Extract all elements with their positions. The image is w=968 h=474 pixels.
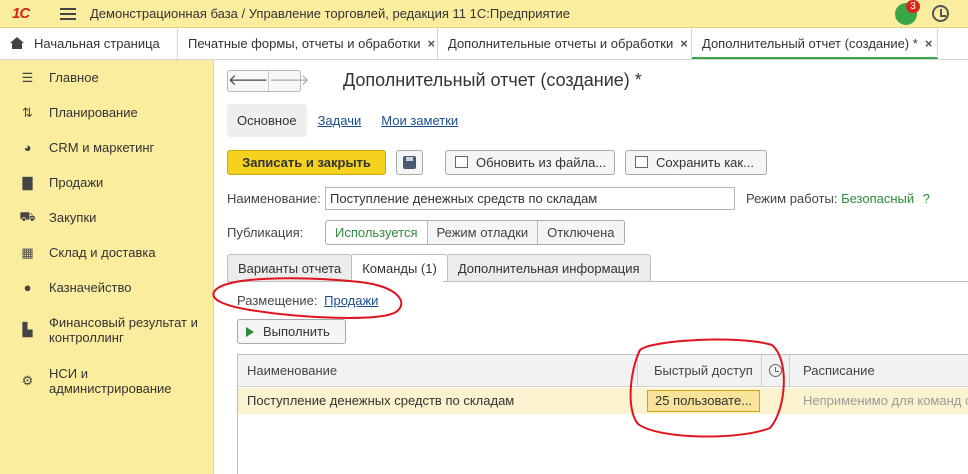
tab-print-forms[interactable]: Печатные формы, отчеты и обработки × <box>178 28 438 59</box>
tab-additional-report-create[interactable]: Дополнительный отчет (создание) * × <box>692 28 938 59</box>
app-logo: 1С <box>12 5 30 22</box>
home-icon <box>10 37 24 49</box>
cell-schedule[interactable]: Неприменимо для команд с <box>794 388 968 414</box>
clock-icon <box>769 364 782 377</box>
publication-option-disabled[interactable]: Отключена <box>537 221 624 244</box>
close-icon[interactable]: × <box>428 36 436 51</box>
title-bar: 1С Демонстрационная база / Управление то… <box>0 0 968 28</box>
planning-icon: ⇅ <box>22 104 33 120</box>
sidebar-item-label: Планирование <box>49 105 138 120</box>
close-icon[interactable]: × <box>925 36 933 51</box>
page-title: Дополнительный отчет (создание) * <box>343 70 642 90</box>
forward-arrow-icon[interactable]: 🡒 <box>268 71 309 91</box>
sidebar-item-admin[interactable]: ⚙ НСИ и администрирование <box>0 366 214 396</box>
history-icon[interactable] <box>932 5 949 22</box>
column-header-name[interactable]: Наименование <box>238 355 638 387</box>
tab-commands[interactable]: Команды (1) <box>351 254 448 282</box>
form-content: 🡐 🡒 Дополнительный отчет (создание) * Ос… <box>215 61 968 474</box>
mode-value-link[interactable]: Безопасный <box>841 191 914 206</box>
column-header-quick-access[interactable]: Быстрый доступ <box>645 355 762 387</box>
gear-icon: ⚙ <box>21 373 34 388</box>
sidebar-item-warehouse[interactable]: ▦ Склад и доставка <box>0 244 214 261</box>
form-subtabs: Основное Задачи Мои заметки <box>227 103 478 137</box>
help-icon[interactable]: ? <box>923 191 930 206</box>
cell-quick-access[interactable]: 25 пользовате... <box>647 390 760 412</box>
sidebar-item-purchases[interactable]: ⛟ Закупки <box>0 208 214 226</box>
column-header-schedule[interactable]: Расписание <box>794 355 968 387</box>
mode-indicator: Режим работы: Безопасный ? <box>746 191 930 206</box>
hamburger-menu-icon[interactable] <box>60 7 76 20</box>
sidebar-item-treasury[interactable]: ● Казначейство <box>0 280 214 295</box>
sidebar-item-label: Склад и доставка <box>49 245 156 260</box>
tab-additional-reports[interactable]: Дополнительные отчеты и обработки × <box>438 28 692 59</box>
save-button[interactable] <box>396 150 423 175</box>
tab-label: Дополнительный отчет (создание) * <box>702 36 918 51</box>
placement-field: Размещение: Продажи <box>237 293 378 308</box>
close-icon[interactable]: × <box>680 36 688 51</box>
table-header: Наименование Быстрый доступ Расписание <box>238 355 968 387</box>
tab-home[interactable]: Начальная страница <box>0 28 178 59</box>
placement-label: Размещение: <box>237 293 318 308</box>
warehouse-icon: ▦ <box>21 244 34 260</box>
file-update-icon <box>455 156 468 168</box>
run-button[interactable]: Выполнить <box>237 319 346 344</box>
sidebar-item-label: Главное <box>49 70 99 85</box>
sidebar-item-finance[interactable]: ▙ Финансовый результат и контроллинг <box>0 315 214 345</box>
publication-option-used[interactable]: Используется <box>326 221 427 244</box>
pie-chart-icon: ◕ <box>23 140 32 155</box>
publication-switch: Используется Режим отладки Отключена <box>325 220 625 245</box>
sidebar-item-crm[interactable]: ◕ CRM и маркетинг <box>0 140 214 155</box>
column-header-schedule-icon[interactable] <box>762 355 790 387</box>
form-tabs: Варианты отчета Команды (1) Дополнительн… <box>227 254 651 282</box>
publication-option-debug[interactable]: Режим отладки <box>426 221 538 244</box>
subtab-main[interactable]: Основное <box>227 103 307 137</box>
button-label: Обновить из файла... <box>476 155 607 170</box>
table-row[interactable]: Поступление денежных средств по складам … <box>238 388 968 414</box>
button-label: Выполнить <box>263 324 330 339</box>
publication-label: Публикация: <box>227 225 304 240</box>
subtab-tasks[interactable]: Задачи <box>318 113 362 128</box>
notification-count-badge: 3 <box>906 0 920 13</box>
tab-label: Начальная страница <box>34 36 160 51</box>
floppy-disk-icon <box>403 156 416 169</box>
window-title: Демонстрационная база / Управление торго… <box>90 6 570 21</box>
sidebar-item-label: Продажи <box>49 175 104 190</box>
sidebar-item-label: CRM и маркетинг <box>49 140 155 155</box>
open-tabs-bar: Начальная страница Печатные формы, отчет… <box>0 28 968 60</box>
cart-icon: ⛟ <box>19 208 36 224</box>
mode-label: Режим работы: <box>746 191 838 206</box>
file-save-icon <box>635 156 648 168</box>
tab-report-variants[interactable]: Варианты отчета <box>227 254 353 282</box>
coin-icon: ● <box>23 280 32 295</box>
menu-icon: ☰ <box>21 69 34 85</box>
play-icon <box>246 327 254 337</box>
subtab-notes[interactable]: Мои заметки <box>381 113 458 128</box>
save-as-button[interactable]: Сохранить как... <box>625 150 767 175</box>
placement-link[interactable]: Продажи <box>324 293 378 308</box>
tabs-divider <box>443 281 968 282</box>
name-label: Наименование: <box>227 191 321 206</box>
tab-additional-info[interactable]: Дополнительная информация <box>446 254 651 282</box>
sidebar-item-sales[interactable]: ▇ Продажи <box>0 174 214 191</box>
tab-label: Печатные формы, отчеты и обработки <box>188 36 421 51</box>
sidebar-item-main[interactable]: ☰ Главное <box>0 69 214 86</box>
commands-table: Наименование Быстрый доступ Расписание П… <box>237 354 968 474</box>
shopping-bag-icon: ▇ <box>22 174 33 190</box>
name-input[interactable]: Поступление денежных средств по складам <box>325 187 735 210</box>
sidebar-item-label: НСИ и администрирование <box>49 366 172 396</box>
save-and-close-button[interactable]: Записать и закрыть <box>227 150 386 175</box>
sidebar-item-label: Финансовый результат и контроллинг <box>49 315 198 345</box>
nav-buttons: 🡐 🡒 <box>227 70 309 92</box>
sidebar-item-label: Закупки <box>49 210 97 225</box>
sidebar-item-label: Казначейство <box>49 280 132 295</box>
back-arrow-icon[interactable]: 🡐 <box>228 71 268 91</box>
sidebar-item-planning[interactable]: ⇅ Планирование <box>0 104 214 121</box>
cell-name[interactable]: Поступление денежных средств по складам <box>238 388 638 414</box>
button-label: Сохранить как... <box>656 155 754 170</box>
tab-label: Дополнительные отчеты и обработки <box>448 36 674 51</box>
update-from-file-button[interactable]: Обновить из файла... <box>445 150 615 175</box>
bar-chart-icon: ▙ <box>22 322 33 337</box>
sections-sidebar: ☰ Главное ⇅ Планирование ◕ CRM и маркетинг … <box>0 60 214 474</box>
